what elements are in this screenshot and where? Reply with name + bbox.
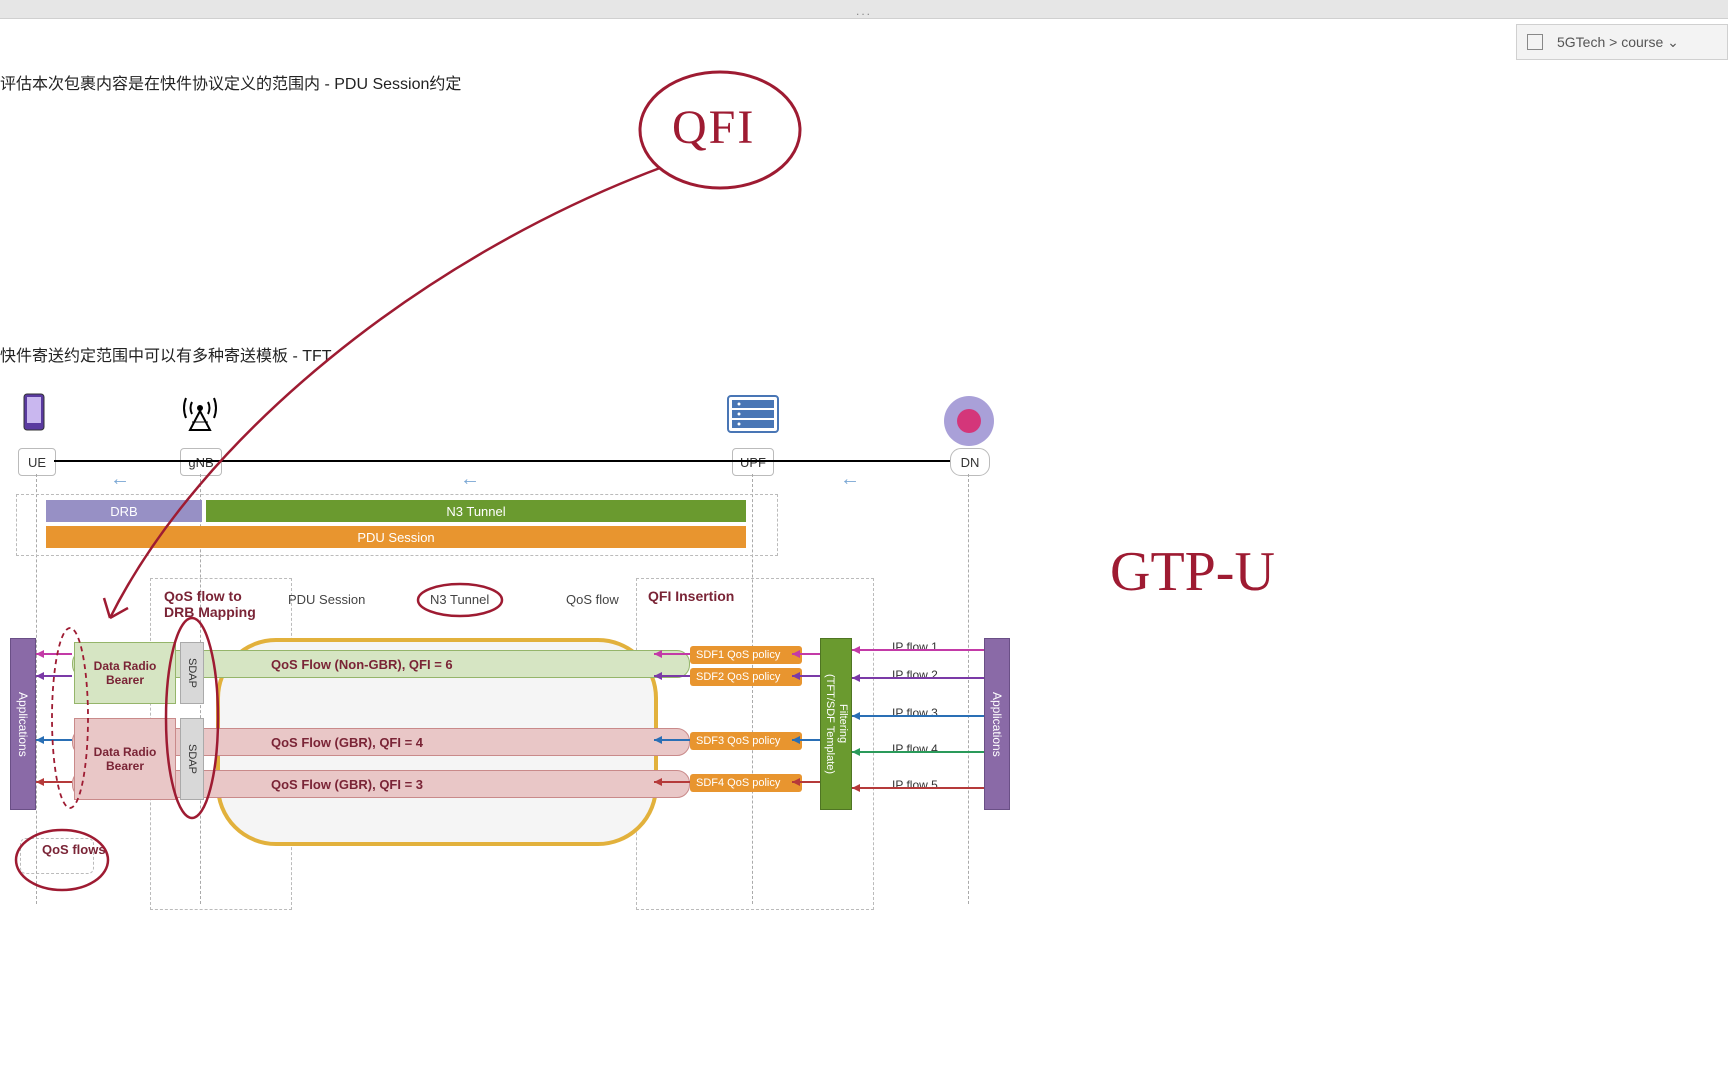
- title-bar: ...: [0, 0, 1728, 19]
- arrow-left-icon: ←: [460, 468, 480, 491]
- ipflow-1: IP flow 1: [892, 640, 938, 654]
- phone-icon: [22, 392, 46, 437]
- ipflow-5: IP flow 5: [892, 778, 938, 792]
- drb-block-2: Data Radio Bearer: [74, 718, 176, 800]
- drb-block-1: Data Radio Bearer: [74, 642, 176, 704]
- label-qos-drb-mapping: QoS flow to DRB Mapping: [164, 588, 256, 620]
- node-upf: UPF: [732, 448, 774, 476]
- ipflow-4: IP flow 4: [892, 742, 938, 756]
- annotation-gtpu: GTP-U: [1110, 540, 1275, 604]
- ipflow-3: IP flow 3: [892, 706, 938, 720]
- sdf-pill-2: SDF2 QoS policy: [690, 668, 802, 686]
- applications-left: Applications: [10, 638, 36, 810]
- titlebar-dots-icon: ...: [856, 4, 872, 18]
- vline-dn: [968, 474, 969, 904]
- node-ue: UE: [18, 448, 56, 476]
- label-qos-flow: QoS flow: [566, 592, 619, 607]
- network-line: [54, 460, 950, 462]
- heading-1: 评估本次包裹内容是在快件协议定义的范围内 - PDU Session约定: [0, 70, 461, 94]
- sdap-block-2: SDAP: [180, 718, 204, 800]
- sdap-block-1: SDAP: [180, 642, 204, 704]
- label-qfi-insertion: QFI Insertion: [648, 588, 734, 604]
- sdf-pill-1: SDF1 QoS policy: [690, 646, 802, 664]
- server-icon: [724, 394, 782, 439]
- arrow-left-icon: ←: [840, 468, 860, 491]
- canvas: 评估本次包裹内容是在快件协议定义的范围内 - PDU Session约定 快件寄…: [0, 18, 1728, 1080]
- label-pdu-session: PDU Session: [288, 592, 365, 607]
- ipflow-2: IP flow 2: [892, 668, 938, 682]
- annotation-qfi: QFI: [672, 100, 755, 155]
- bar-n3: N3 Tunnel: [206, 500, 746, 522]
- antenna-icon: [180, 390, 220, 437]
- bar-pdu: PDU Session: [46, 526, 746, 548]
- node-gnb: gNB: [180, 448, 222, 476]
- bar-drb: DRB: [46, 500, 202, 522]
- db-icon: [944, 396, 994, 446]
- node-dn: DN: [950, 448, 990, 476]
- filter-block: Filtering (TFT/SDF Template): [820, 638, 852, 810]
- sdf-pill-3: SDF3 QoS policy: [690, 732, 802, 750]
- label-n3-tunnel: N3 Tunnel: [430, 592, 489, 607]
- applications-right: Applications: [984, 638, 1010, 810]
- arrow-left-icon: ←: [110, 468, 130, 491]
- label-qos-flows: QoS flows: [42, 842, 106, 857]
- sdf-pill-4: SDF4 QoS policy: [690, 774, 802, 792]
- heading-2: 快件寄送约定范围中可以有多种寄送模板 - TFT: [0, 342, 332, 366]
